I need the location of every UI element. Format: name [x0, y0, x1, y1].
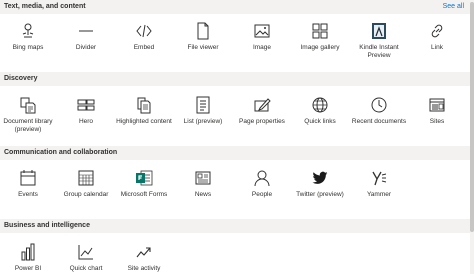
section-title: Text, media, and content: [4, 3, 86, 10]
tile-label: Page properties: [239, 118, 285, 125]
tile-label: Divider: [75, 44, 97, 51]
tile-label: Embed: [133, 44, 155, 51]
tile-label: Site activity: [127, 265, 161, 272]
group-calendar-icon: [77, 169, 95, 187]
tile-twitter[interactable]: Twitter (preview): [292, 169, 348, 199]
image-gallery-icon: [311, 22, 329, 40]
tile-site-activity[interactable]: Site activity: [116, 243, 172, 273]
tile-highlighted-content[interactable]: Highlighted content: [116, 96, 172, 126]
tile-group-calendar[interactable]: Group calendar: [58, 169, 114, 199]
tile-label: Hero: [78, 118, 94, 125]
tile-image[interactable]: Image: [234, 22, 290, 52]
power-bi-icon: [19, 243, 37, 261]
link-icon: [428, 22, 446, 40]
document-library-icon: [19, 96, 37, 114]
tile-power-bi[interactable]: Power BI: [0, 243, 56, 273]
news-icon: [194, 169, 212, 187]
tile-microsoft-forms[interactable]: Microsoft Forms: [116, 169, 172, 199]
tile-quick-links[interactable]: Quick links: [292, 96, 348, 126]
file-icon: [194, 22, 212, 40]
sites-icon: [428, 96, 446, 114]
tile-label: Quick chart: [69, 265, 103, 272]
tile-label: Events: [18, 191, 38, 198]
tile-bing-maps[interactable]: Bing maps: [0, 22, 56, 52]
tile-label: Microsoft Forms: [120, 191, 168, 198]
tile-sites[interactable]: Sites: [409, 96, 465, 126]
tile-list[interactable]: List (preview): [175, 96, 231, 126]
tile-file-viewer[interactable]: File viewer: [175, 22, 231, 52]
see-all-link[interactable]: See all: [443, 0, 464, 14]
tile-label: Quick links: [304, 118, 336, 125]
tile-document-library[interactable]: Document library (preview): [0, 96, 56, 134]
map-pin-icon: [19, 22, 37, 40]
tile-embed[interactable]: Embed: [116, 22, 172, 52]
quick-chart-icon: [77, 243, 95, 261]
section-title: Business and intelligence: [4, 222, 90, 229]
section-title: Communication and collaboration: [4, 149, 118, 156]
hero-layout-icon: [77, 96, 95, 114]
list-icon: [194, 96, 212, 114]
highlighted-content-icon: [135, 96, 153, 114]
tile-label: Recent documents: [351, 118, 407, 125]
tile-label: Kindle Instant Preview: [359, 44, 399, 59]
globe-icon: [311, 96, 329, 114]
tile-label: List (preview): [183, 118, 223, 125]
tile-label: File viewer: [187, 44, 219, 51]
calendar-icon: [19, 169, 37, 187]
section-header-discovery: Discovery: [0, 72, 470, 86]
tile-label: Sites: [429, 118, 445, 125]
embed-code-icon: [135, 22, 153, 40]
tile-yammer[interactable]: Yammer: [351, 169, 407, 199]
tile-label: Power BI: [14, 265, 42, 272]
tile-events[interactable]: Events: [0, 169, 56, 199]
person-icon: [253, 169, 271, 187]
divider-icon: [77, 22, 95, 40]
tile-label: Bing maps: [12, 44, 44, 51]
kindle-icon: [370, 22, 388, 40]
scrollbar-thumb[interactable]: [470, 2, 474, 232]
clock-icon: [370, 96, 388, 114]
tile-label: Link: [431, 44, 443, 51]
tile-hero[interactable]: Hero: [58, 96, 114, 126]
tile-image-gallery[interactable]: Image gallery: [292, 22, 348, 52]
yammer-icon: [370, 169, 388, 187]
tile-quick-chart[interactable]: Quick chart: [58, 243, 114, 273]
tile-label: Twitter (preview): [296, 191, 344, 198]
tile-label: Image: [252, 44, 272, 51]
microsoft-forms-icon: [135, 169, 153, 187]
twitter-icon: [311, 169, 329, 187]
tile-recent-documents[interactable]: Recent documents: [351, 96, 407, 126]
tile-link[interactable]: Link: [409, 22, 465, 52]
section-title: Discovery: [4, 75, 38, 82]
tile-divider[interactable]: Divider: [58, 22, 114, 52]
page-properties-icon: [253, 96, 271, 114]
tile-label: Group calendar: [63, 191, 109, 198]
tile-label: Image gallery: [300, 44, 340, 51]
section-header-text-media-content: Text, media, and content See all: [0, 0, 470, 14]
tile-people[interactable]: People: [234, 169, 290, 199]
section-header-business-intelligence: Business and intelligence: [0, 219, 470, 233]
site-activity-icon: [135, 243, 153, 261]
tile-label: Document library (preview): [3, 118, 53, 133]
tile-label: Highlighted content: [116, 118, 172, 125]
section-header-communication-collaboration: Communication and collaboration: [0, 146, 470, 160]
tile-label: News: [194, 191, 212, 198]
vertical-scrollbar[interactable]: [470, 0, 474, 274]
tile-page-properties[interactable]: Page properties: [234, 96, 290, 126]
tile-label: Yammer: [366, 191, 392, 198]
tile-kindle-instant-preview[interactable]: Kindle Instant Preview: [351, 22, 407, 60]
tile-label: People: [251, 191, 273, 198]
tile-news[interactable]: News: [175, 169, 231, 199]
image-icon: [253, 22, 271, 40]
